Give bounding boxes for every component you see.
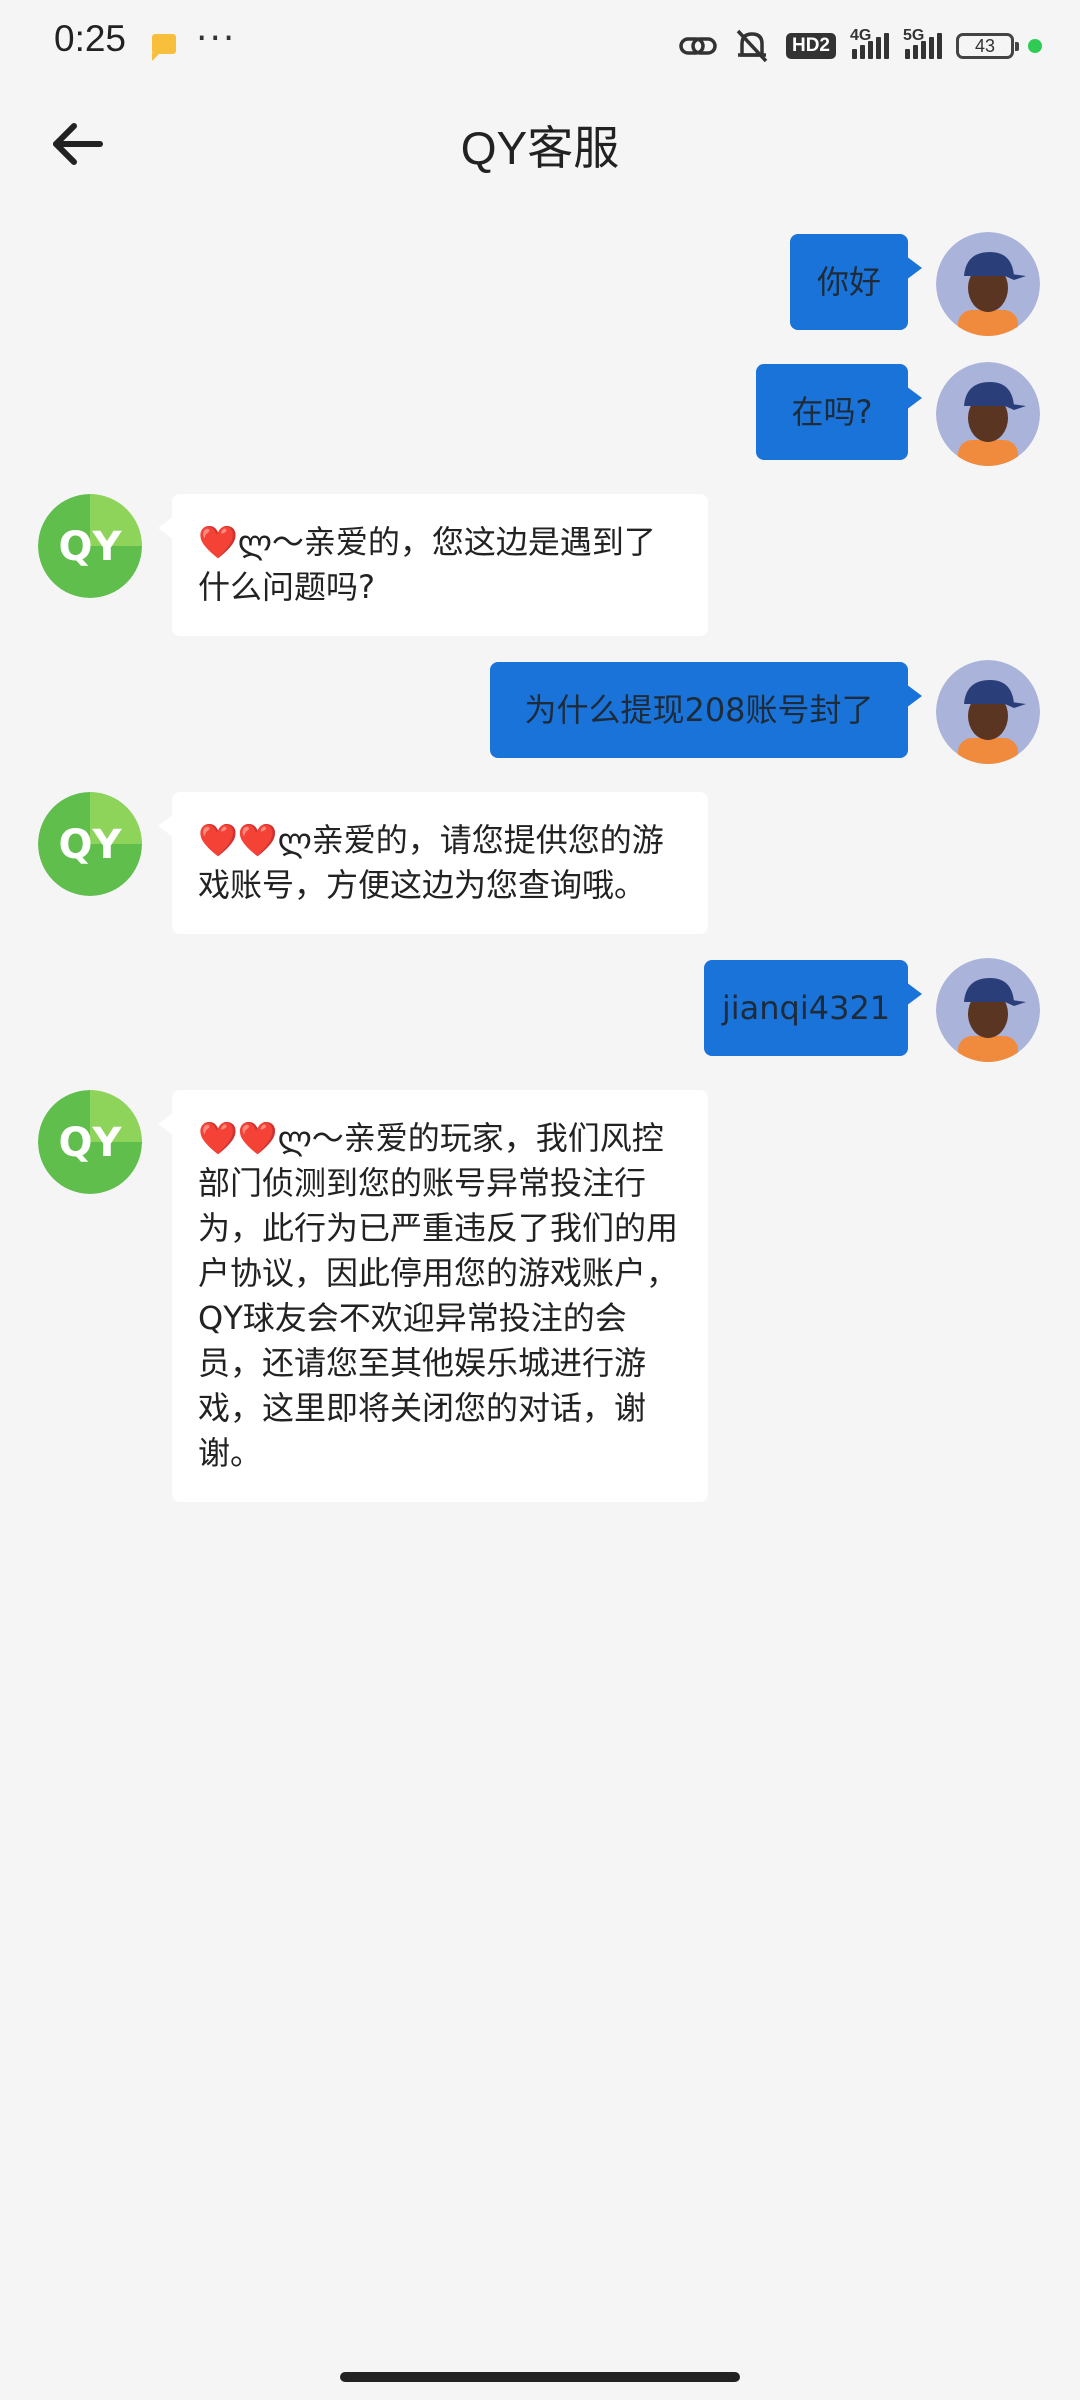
svg-text:QY: QY: [59, 1120, 123, 1166]
more-notifications-icon: ···: [196, 18, 237, 59]
heart-emoji: ❤️: [198, 523, 238, 561]
user-avatar[interactable]: [936, 362, 1040, 466]
agent-message-bubble[interactable]: ❤️❤️ლ～亲爱的玩家，我们风控部门侦测到您的账号异常投注行为，此行为已严重违反…: [158, 1090, 708, 1502]
status-bar: 0:25 ··· HD2 4G 5G 43: [0, 0, 1080, 92]
page-title: QY客服: [460, 122, 620, 174]
user-message-bubble[interactable]: 在吗?: [756, 364, 922, 460]
user-message-bubble[interactable]: 为什么提现208账号封了: [490, 662, 922, 758]
svg-text:QY: QY: [59, 524, 123, 570]
status-time: 0:25: [54, 18, 127, 59]
user-message-bubble[interactable]: 你好: [790, 234, 922, 330]
agent-avatar[interactable]: QY: [38, 1090, 142, 1194]
header-bar: QY客服: [0, 92, 1080, 192]
user-message-bubble[interactable]: jianqi4321: [704, 960, 922, 1056]
home-indicator[interactable]: [340, 2372, 740, 2382]
agent-avatar[interactable]: QY: [38, 792, 142, 896]
signal-5g-icon: 5G: [903, 27, 942, 59]
link-icon: [678, 31, 718, 61]
hd-voice-icon: HD2: [785, 33, 836, 59]
signal-4g-icon: 4G: [850, 27, 889, 59]
agent-message-bubble[interactable]: ❤️❤️ლ亲爱的，请您提供您的游戏账号，方便这边为您查询哦。: [158, 792, 708, 934]
mute-bell-icon: [732, 27, 772, 65]
user-avatar[interactable]: [936, 660, 1040, 764]
user-avatar[interactable]: [936, 958, 1040, 1062]
privacy-indicator-dot: [1028, 39, 1042, 53]
user-avatar[interactable]: [936, 232, 1040, 336]
message-notification-icon: [152, 34, 176, 61]
heart-emoji: ❤️❤️: [198, 1119, 278, 1157]
battery-icon: 43: [956, 33, 1019, 59]
heart-emoji: ❤️❤️: [198, 821, 278, 859]
agent-message-bubble[interactable]: ❤️ლ～亲爱的，您这边是遇到了什么问题吗?: [158, 494, 708, 636]
svg-text:QY: QY: [59, 822, 123, 868]
agent-avatar[interactable]: QY: [38, 494, 142, 598]
